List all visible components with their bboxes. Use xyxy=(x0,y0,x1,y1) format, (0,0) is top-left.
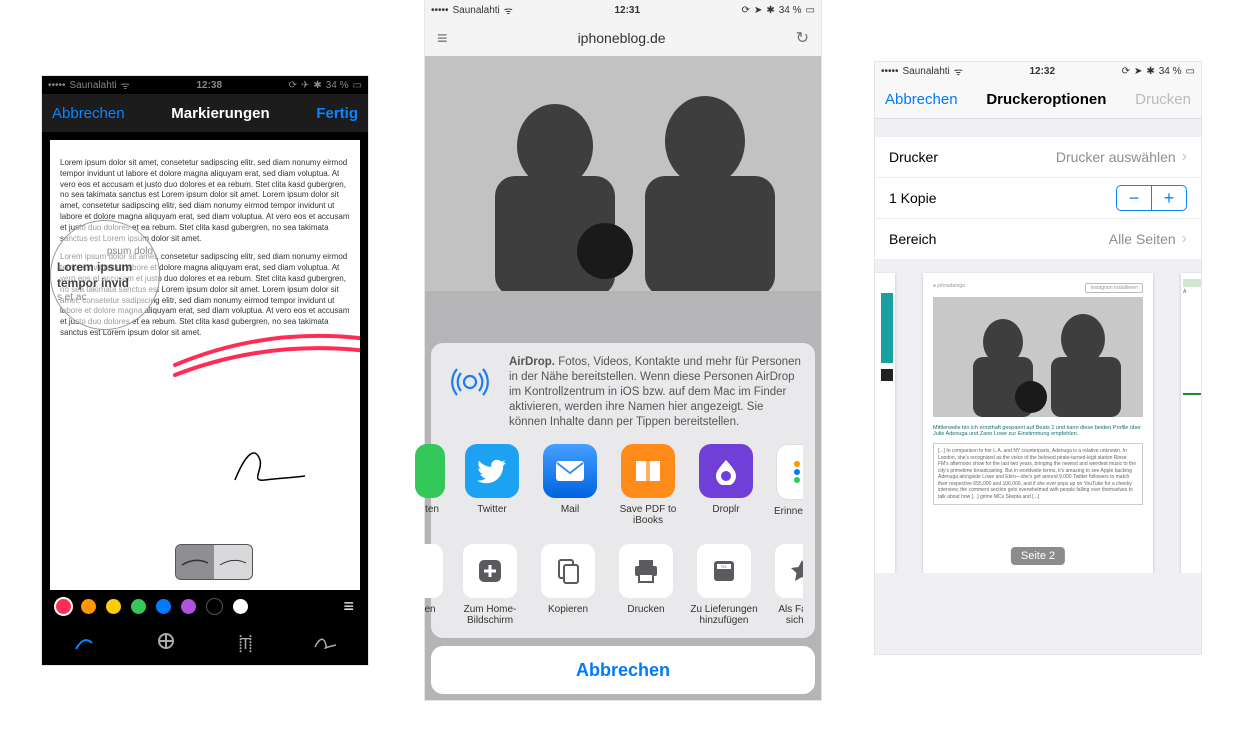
print-button[interactable]: Drucken xyxy=(1135,91,1191,108)
cancel-button[interactable]: Abbrechen xyxy=(52,105,125,122)
printer-row[interactable]: Drucker Drucker auswählen› xyxy=(875,137,1201,178)
share-action-favorite[interactable]: Als Favorit sichern xyxy=(767,544,803,626)
share-action-home[interactable]: Zum Home-Bildschirm xyxy=(455,544,525,626)
markup-screen: •••••Saunalahtiᯤ 12:38 ⟳✈︎✱34 %▭ Abbrech… xyxy=(42,76,368,665)
page-previews[interactable]: ● johnadamgaInstagram installieren Mittl… xyxy=(875,259,1201,573)
share-sheet-screen: •••••Saunalahtiᯤ 12:31 ⟳➤✱34 %▭ ≡ iphone… xyxy=(425,0,821,700)
safari-toolbar: ≡ iphoneblog.de ↻ xyxy=(425,20,821,56)
status-time: 12:31 xyxy=(614,5,640,16)
stepper-minus[interactable]: − xyxy=(1117,186,1151,210)
share-action-partial[interactable]: en xyxy=(413,544,447,626)
status-bar: •••••Saunalahtiᯤ 12:32 ⟳➤✱34 %▭ xyxy=(875,62,1201,80)
battery-icon: ▭ xyxy=(1186,66,1195,77)
range-row[interactable]: Bereich Alle Seiten› xyxy=(875,219,1201,259)
airdrop-description: AirDrop. Fotos, Videos, Kontakte und meh… xyxy=(509,355,803,430)
markup-toolbar: ⸽T⸽ xyxy=(42,622,368,664)
color-swatch-yellow[interactable] xyxy=(106,599,121,614)
page-number-badge: Seite 2 xyxy=(1011,547,1065,565)
share-app-ibooks[interactable]: Save PDF to iBooks xyxy=(613,444,683,526)
markup-navbar: Abbrechen Markierungen Fertig xyxy=(42,94,368,132)
url-field[interactable]: iphoneblog.de xyxy=(578,30,666,46)
share-app-droplr[interactable]: Droplr xyxy=(691,444,761,526)
menu-icon[interactable]: ≡ xyxy=(343,596,354,617)
airdrop-icon xyxy=(443,355,497,409)
status-bar: •••••Saunalahtiᯤ 12:38 ⟳✈︎✱34 %▭ xyxy=(42,76,368,94)
wifi-icon: ᯤ xyxy=(504,3,513,17)
color-swatch-blue[interactable] xyxy=(156,599,171,614)
status-time: 12:32 xyxy=(1029,66,1055,77)
stroke-thickness-preview[interactable] xyxy=(175,544,253,580)
share-action-print[interactable]: Drucken xyxy=(611,544,681,626)
share-sheet: AirDrop. Fotos, Videos, Kontakte und meh… xyxy=(431,343,815,694)
share-apps-row[interactable]: ten Twitter Mail xyxy=(413,444,803,526)
reader-icon[interactable]: ≡ xyxy=(437,28,448,49)
color-swatch-orange[interactable] xyxy=(81,599,96,614)
preview-page-2[interactable]: ● johnadamgaInstagram installieren Mittl… xyxy=(923,273,1153,573)
signature-tool-icon[interactable] xyxy=(312,631,338,656)
color-swatch-black[interactable] xyxy=(206,598,223,615)
svg-text:TO:: TO: xyxy=(721,564,728,569)
wifi-icon: ᯤ xyxy=(954,64,963,78)
color-swatch-white[interactable] xyxy=(233,599,248,614)
webpage-hero-image xyxy=(425,56,821,291)
status-time: 12:38 xyxy=(196,80,222,91)
share-actions-row[interactable]: en Zum Home-Bildschirm Kopieren Drucken … xyxy=(413,544,803,626)
color-swatch-purple[interactable] xyxy=(181,599,196,614)
magnifier-tool-icon[interactable] xyxy=(156,631,178,656)
chevron-right-icon: › xyxy=(1182,230,1187,248)
pen-tool-icon[interactable] xyxy=(73,631,95,656)
print-navbar: Abbrechen Druckeroptionen Drucken xyxy=(875,80,1201,119)
copies-row: 1 Kopie − + xyxy=(875,178,1201,219)
print-options-screen: •••••Saunalahtiᯤ 12:32 ⟳➤✱34 %▭ Abbreche… xyxy=(875,62,1201,654)
cancel-button[interactable]: Abbrechen xyxy=(431,646,815,694)
cancel-button[interactable]: Abbrechen xyxy=(885,91,958,108)
text-tool-icon[interactable]: ⸽T⸽ xyxy=(239,632,251,654)
airdrop-section[interactable]: AirDrop. Fotos, Videos, Kontakte und meh… xyxy=(443,355,803,430)
status-bar: •••••Saunalahtiᯤ 12:31 ⟳➤✱34 %▭ xyxy=(425,0,821,20)
location-icon: ➤ xyxy=(754,5,762,16)
page-title: Markierungen xyxy=(171,105,269,122)
share-app-mail[interactable]: Mail xyxy=(535,444,605,526)
share-app-twitter[interactable]: Twitter xyxy=(457,444,527,526)
share-action-deliveries[interactable]: TO: Zu Lieferungen hinzufügen xyxy=(689,544,759,626)
copies-stepper[interactable]: − + xyxy=(1116,185,1187,211)
document-canvas[interactable]: Lorem ipsum dolor sit amet, consetetur s… xyxy=(50,140,360,590)
color-swatch-green[interactable] xyxy=(131,599,146,614)
wifi-icon: ᯤ xyxy=(121,78,130,92)
share-app-partial[interactable]: ten xyxy=(415,444,449,526)
magnifier-loupe[interactable]: psum dolo Lorem ipsum tempor invid s et … xyxy=(50,220,160,330)
preview-blurb: [...] In comparison to her L.A. and NY c… xyxy=(933,443,1143,505)
battery-icon: ▭ xyxy=(353,80,362,91)
share-action-copy[interactable]: Kopieren xyxy=(533,544,603,626)
battery-icon: ▭ xyxy=(806,5,815,16)
page-title: Druckeroptionen xyxy=(986,91,1106,108)
preview-page-1[interactable] xyxy=(875,273,895,573)
reload-icon[interactable]: ↻ xyxy=(796,28,809,48)
color-swatch-red[interactable] xyxy=(56,599,71,614)
stepper-plus[interactable]: + xyxy=(1151,186,1186,210)
chevron-right-icon: › xyxy=(1182,148,1187,166)
preview-caption: Mittlerweile bin ich ernsthaft gespannt … xyxy=(933,425,1143,437)
signature-annotation[interactable] xyxy=(230,440,310,490)
color-picker-bar: ≡ xyxy=(42,590,368,622)
share-app-reminders[interactable]: Erinnerungen xyxy=(769,444,803,526)
done-button[interactable]: Fertig xyxy=(316,105,358,122)
preview-page-3[interactable]: A xyxy=(1181,273,1201,573)
